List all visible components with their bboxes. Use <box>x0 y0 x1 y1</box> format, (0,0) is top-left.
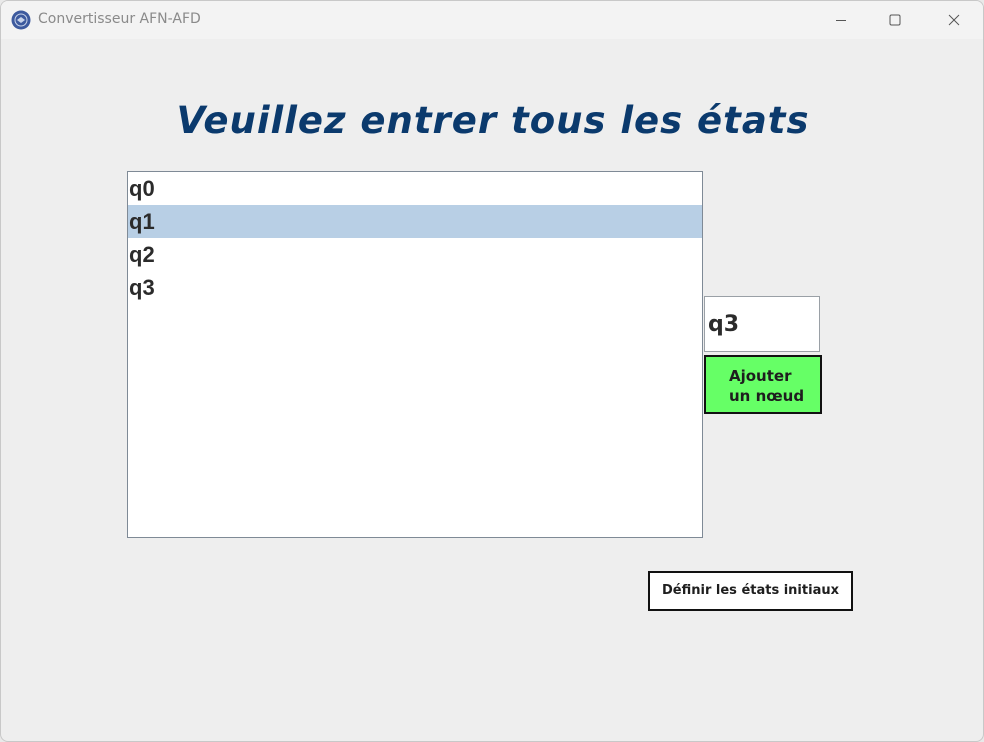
close-icon <box>948 14 960 26</box>
add-node-button-label-line1: Ajouter <box>729 367 792 385</box>
title-bar[interactable]: Convertisseur AFN-AFD <box>1 1 983 39</box>
app-window: Convertisseur AFN-AFD Veuillez entrer to… <box>0 0 984 742</box>
define-initial-states-label: Définir les états initiaux <box>662 583 839 598</box>
page-heading: Veuillez entrer tous les états <box>176 99 810 142</box>
list-item[interactable]: q2 <box>128 238 702 271</box>
node-name-input[interactable] <box>704 296 820 352</box>
list-item-selected[interactable]: q1 <box>128 205 702 238</box>
define-initial-states-button[interactable]: Définir les états initiaux <box>648 571 853 611</box>
add-node-button[interactable]: Ajouter un nœud <box>704 355 822 414</box>
maximize-button[interactable] <box>866 1 924 39</box>
list-item[interactable]: q0 <box>128 172 702 205</box>
window-title: Convertisseur AFN-AFD <box>38 11 201 27</box>
states-list[interactable]: q0 q1 q2 q3 <box>127 171 703 538</box>
add-node-button-label-line2: un nœud <box>729 387 805 405</box>
minimize-button[interactable] <box>812 1 870 39</box>
minimize-icon <box>836 20 846 21</box>
maximize-icon <box>889 14 901 26</box>
list-item[interactable]: q3 <box>128 271 702 304</box>
close-button[interactable] <box>925 1 983 39</box>
app-logo-icon <box>11 10 31 30</box>
